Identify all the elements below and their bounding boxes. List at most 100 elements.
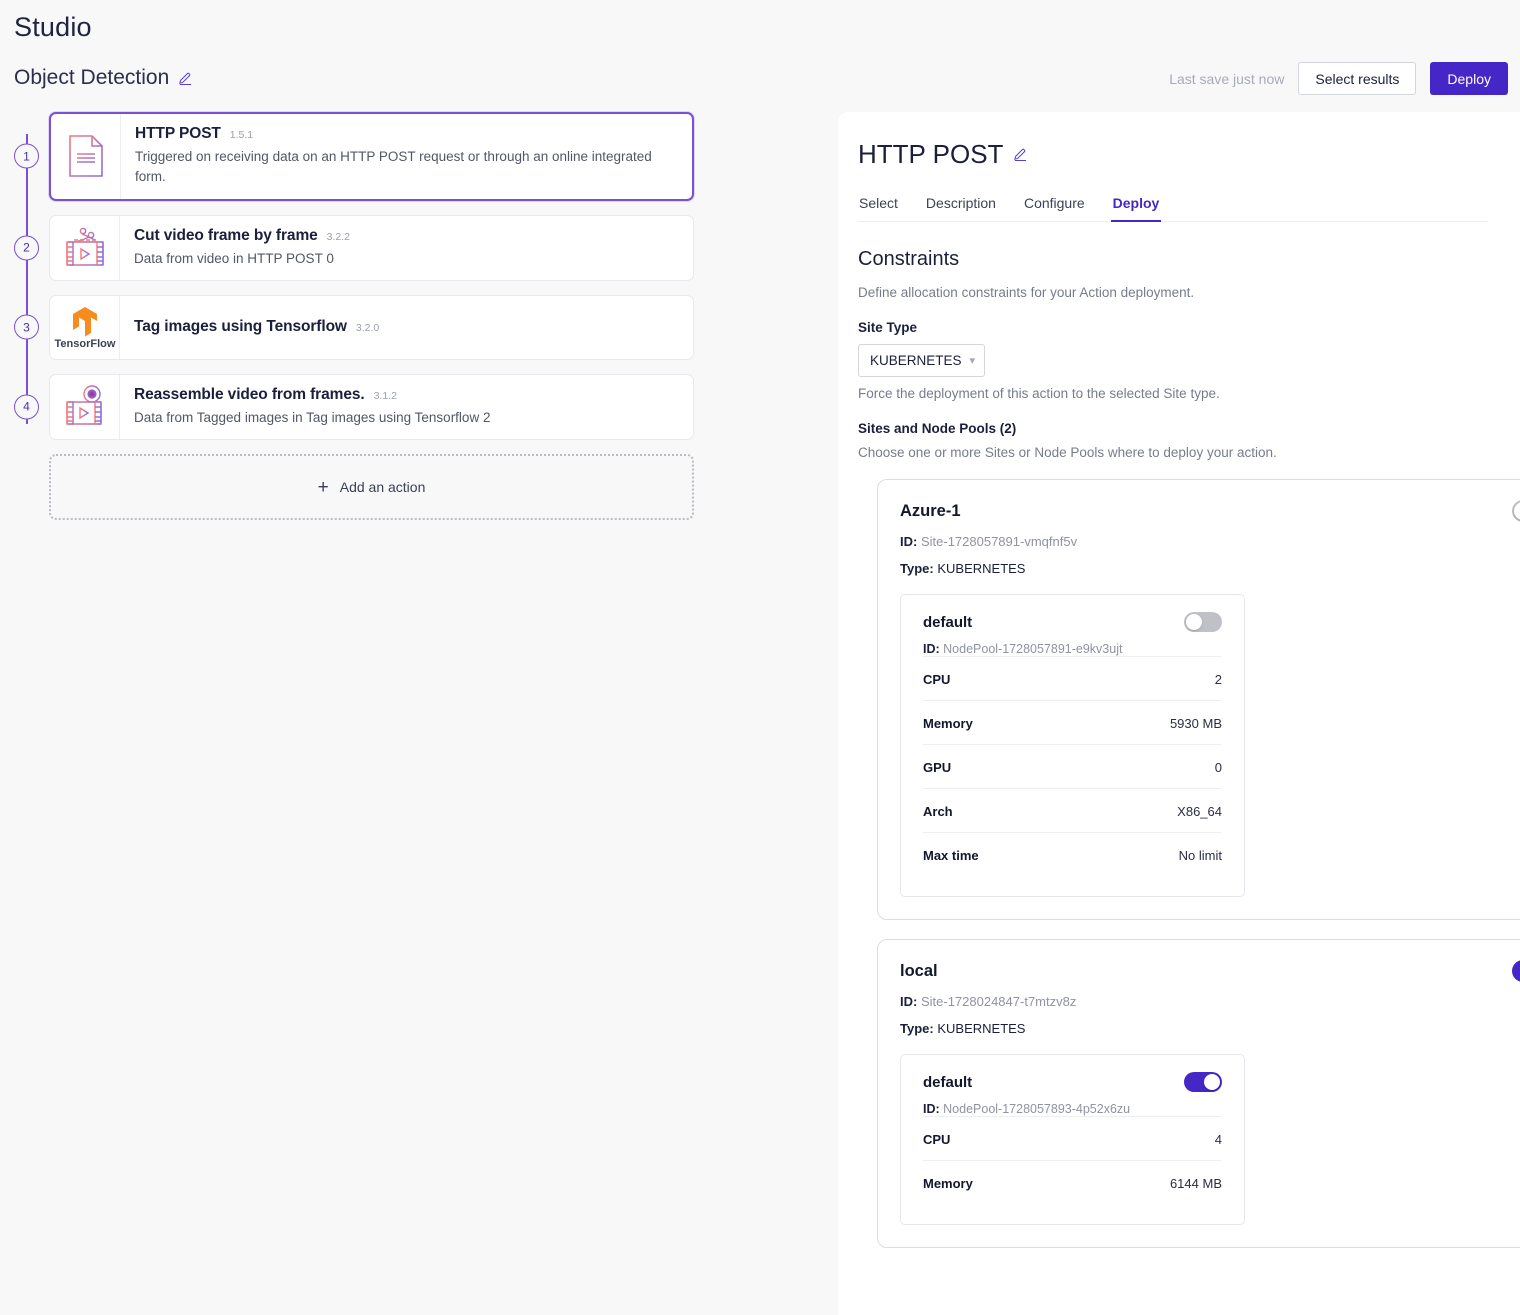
panel-title-row: HTTP POST: [858, 139, 1488, 170]
action-card-body: HTTP POST 1.5.1 Triggered on receiving d…: [121, 114, 692, 199]
tab-configure[interactable]: Configure: [1024, 195, 1085, 221]
id-label: ID:: [923, 1102, 940, 1116]
constraints-subtitle: Define allocation constraints for your A…: [858, 285, 1488, 300]
list-item[interactable]: 2: [14, 215, 694, 281]
site-enable-toggle[interactable]: [1512, 960, 1520, 982]
list-item[interactable]: 1 HTTP POST 1.5.1: [14, 112, 694, 201]
action-card-http-post[interactable]: HTTP POST 1.5.1 Triggered on receiving d…: [49, 112, 694, 201]
node-pool-id-value: NodePool-1728057893-4p52x6zu: [943, 1102, 1130, 1116]
action-version: 3.2.2: [327, 231, 350, 243]
last-save-status: Last save just now: [1169, 71, 1284, 87]
step-badge: 3: [14, 315, 39, 340]
table-row: Max time No limit: [923, 832, 1222, 876]
site-card-azure-1: Azure-1 ID: Site-1728057891-vmqfnf5v Typ…: [877, 479, 1520, 920]
film-record-icon: [50, 375, 120, 439]
action-description: Triggered on receiving data on an HTTP P…: [135, 147, 670, 188]
action-card-body: Reassemble video from frames. 3.1.2 Data…: [120, 375, 693, 439]
table-row: Memory 6144 MB: [923, 1160, 1222, 1204]
toggle-knob: [1186, 614, 1202, 630]
spec-value: No limit: [1179, 848, 1222, 863]
document-icon: [51, 114, 121, 199]
site-type-label: Site Type: [858, 320, 1488, 335]
action-version: 3.2.0: [356, 322, 379, 334]
list-item[interactable]: 3 TensorFlow Tag images usi: [14, 295, 694, 360]
site-id-value: Site-1728024847-t7mtzv8z: [921, 994, 1076, 1009]
spec-value: 6144 MB: [1170, 1176, 1222, 1191]
type-label: Type:: [900, 561, 934, 576]
toggle-knob: [1514, 502, 1520, 520]
spec-value: X86_64: [1177, 804, 1222, 819]
type-label: Type:: [900, 1021, 934, 1036]
node-pool-enable-toggle[interactable]: [1184, 612, 1222, 632]
site-type-value: KUBERNETES: [937, 561, 1025, 576]
id-label: ID:: [900, 994, 917, 1009]
action-description: Data from Tagged images in Tag images us…: [134, 408, 669, 428]
table-row: CPU 2: [923, 656, 1222, 700]
node-pool-name: default: [923, 1074, 972, 1091]
spec-key: CPU: [923, 1132, 950, 1147]
action-version: 1.5.1: [230, 129, 253, 141]
select-results-button[interactable]: Select results: [1298, 62, 1416, 95]
list-item[interactable]: 4: [14, 374, 694, 440]
action-list: 1 HTTP POST 1.5.1: [14, 112, 694, 520]
spec-key: Arch: [923, 804, 953, 819]
node-pool-id-row: ID: NodePool-1728057891-e9kv3ujt: [923, 642, 1222, 656]
panel-title: HTTP POST: [858, 139, 1003, 170]
toolbar: Last save just now Select results Deploy: [1169, 62, 1508, 95]
spec-value: 2: [1215, 672, 1222, 687]
deploy-button[interactable]: Deploy: [1430, 62, 1508, 95]
action-card-body: Cut video frame by frame 3.2.2 Data from…: [120, 216, 693, 280]
spec-value: 5930 MB: [1170, 716, 1222, 731]
site-id-row: ID: Site-1728024847-t7mtzv8z: [900, 994, 1520, 1009]
node-pool-card: default ID: NodePool-1728057893-4p52x6zu…: [900, 1054, 1245, 1225]
spec-key: Memory: [923, 716, 973, 731]
action-title: HTTP POST: [135, 125, 221, 143]
pencil-icon[interactable]: [1013, 147, 1028, 162]
action-title: Cut video frame by frame: [134, 227, 318, 245]
site-type-value: KUBERNETES: [937, 1021, 1025, 1036]
sites-heading: Sites and Node Pools (2): [858, 421, 1488, 436]
node-pool-card: default ID: NodePool-1728057891-e9kv3ujt…: [900, 594, 1245, 897]
detail-panel: HTTP POST Select Description Configure D…: [838, 112, 1520, 1315]
tensorflow-icon: TensorFlow: [50, 296, 120, 359]
tab-deploy[interactable]: Deploy: [1113, 195, 1160, 221]
action-description: Data from video in HTTP POST 0: [134, 249, 669, 269]
table-row: Arch X86_64: [923, 788, 1222, 832]
spec-key: CPU: [923, 672, 950, 687]
table-row: Memory 5930 MB: [923, 700, 1222, 744]
tab-description[interactable]: Description: [926, 195, 996, 221]
action-card-cut-video[interactable]: Cut video frame by frame 3.2.2 Data from…: [49, 215, 694, 281]
site-name: Azure-1: [900, 502, 961, 521]
toggle-knob: [1204, 1074, 1220, 1090]
site-id-value: Site-1728057891-vmqfnf5v: [921, 534, 1077, 549]
action-version: 3.1.2: [374, 390, 397, 402]
pencil-icon[interactable]: [178, 71, 193, 86]
tab-select[interactable]: Select: [859, 195, 898, 221]
add-action-label: Add an action: [340, 479, 426, 495]
add-action-button[interactable]: + Add an action: [49, 454, 694, 520]
plus-icon: +: [318, 478, 329, 497]
action-card-tensorflow[interactable]: TensorFlow Tag images using Tensorflow 3…: [49, 295, 694, 360]
site-enable-toggle[interactable]: [1512, 500, 1520, 522]
action-card-reassemble[interactable]: Reassemble video from frames. 3.1.2 Data…: [49, 374, 694, 440]
chevron-down-icon: ▾: [969, 354, 975, 367]
page-title: Studio: [14, 12, 92, 43]
site-type-select[interactable]: KUBERNETES ▾: [858, 344, 985, 377]
action-title: Reassemble video from frames.: [134, 386, 365, 404]
table-row: CPU 4: [923, 1116, 1222, 1160]
action-title: Tag images using Tensorflow: [134, 318, 347, 336]
step-badge: 1: [14, 144, 39, 169]
site-type-value: KUBERNETES: [870, 353, 962, 368]
node-pool-id-value: NodePool-1728057891-e9kv3ujt: [943, 642, 1122, 656]
spec-key: GPU: [923, 760, 951, 775]
node-pool-id-row: ID: NodePool-1728057893-4p52x6zu: [923, 1102, 1222, 1116]
table-row: GPU 0: [923, 744, 1222, 788]
spec-value: 4: [1215, 1132, 1222, 1147]
site-card-local: local ID: Site-1728024847-t7mtzv8z Type:…: [877, 939, 1520, 1248]
node-pool-enable-toggle[interactable]: [1184, 1072, 1222, 1092]
id-label: ID:: [900, 534, 917, 549]
node-pool-name: default: [923, 614, 972, 631]
id-label: ID:: [923, 642, 940, 656]
svg-text:TensorFlow: TensorFlow: [54, 338, 115, 350]
step-badge: 2: [14, 235, 39, 260]
